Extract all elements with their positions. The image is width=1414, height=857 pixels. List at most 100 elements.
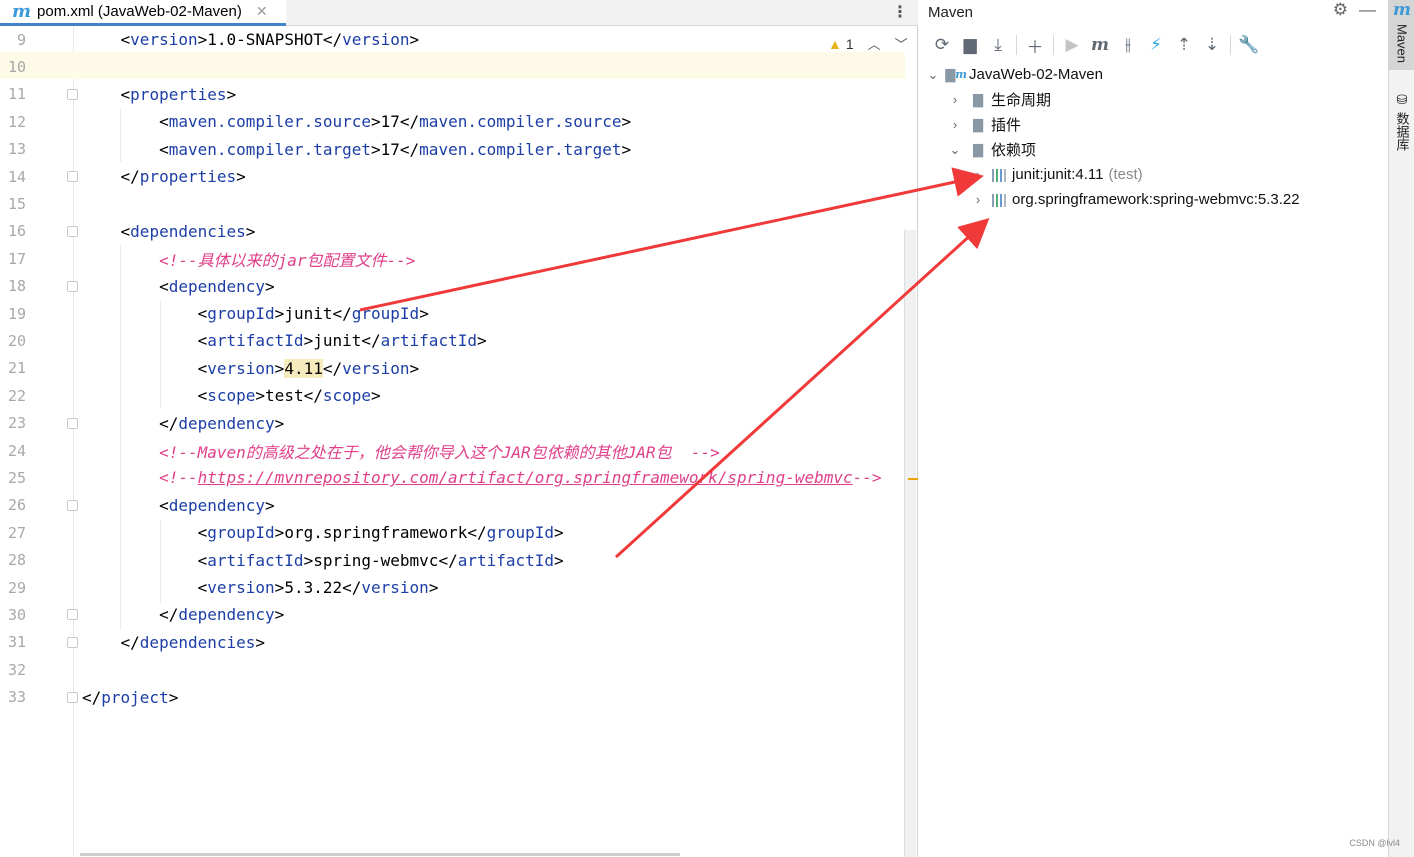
fold-marker-icon[interactable]: [67, 171, 78, 182]
expand-all-icon[interactable]: ⇡: [1170, 32, 1198, 58]
fold-marker-icon[interactable]: [67, 691, 78, 703]
download-icon[interactable]: ⤓: [984, 32, 1012, 58]
skip-tests-icon[interactable]: ⫲: [1114, 32, 1142, 58]
tree-node-plugins[interactable]: › ▇ 插件: [947, 112, 1021, 137]
code-text: <version>1.0-SNAPSHOT</version>: [82, 30, 420, 49]
token-br: >: [274, 523, 285, 543]
code-line[interactable]: 31 </dependencies>: [0, 629, 905, 656]
maven-goal-icon[interactable]: m: [1086, 32, 1114, 58]
code-line[interactable]: 24 <!--Maven的高级之处在于，他会帮你导入这个JAR包依赖的其他JAR…: [0, 437, 905, 464]
token-br: >: [476, 331, 487, 351]
chevron-right-icon[interactable]: ›: [947, 117, 963, 132]
code-line[interactable]: 25 <!--https://mvnrepository.com/artifac…: [0, 464, 905, 491]
code-line[interactable]: 27 <groupId>org.springframework</groupId…: [0, 519, 905, 546]
token-br: </: [361, 331, 381, 351]
editor-pane: m pom.xml (JavaWeb-02-Maven) ✕ ⋮ 9 <vers…: [0, 0, 918, 857]
fold-marker-icon[interactable]: [67, 88, 78, 100]
fold-marker-icon[interactable]: [67, 280, 78, 292]
tree-node-project[interactable]: ⌄ ▇ m JavaWeb-02-Maven: [925, 62, 1103, 87]
token-br: </: [82, 413, 179, 433]
run-icon[interactable]: ▶: [1058, 32, 1086, 58]
reload-icon[interactable]: ⟳: [928, 32, 956, 58]
minimize-icon[interactable]: —: [1359, 0, 1376, 20]
code-text: </dependency>: [82, 605, 284, 624]
token-br: <: [82, 221, 131, 241]
line-number: 26: [7, 496, 26, 515]
code-line[interactable]: 18 <dependency>: [0, 273, 905, 300]
tab-pom-xml[interactable]: m pom.xml (JavaWeb-02-Maven) ✕: [0, 0, 286, 26]
code-text: <version>4.11</version>: [82, 358, 419, 378]
close-icon[interactable]: ✕: [256, 3, 268, 20]
dependencies-folder-icon: ▇: [973, 141, 983, 157]
token-tag: dependency: [168, 495, 266, 515]
tree-node-lifecycle[interactable]: › ▇ 生命周期: [947, 87, 1051, 112]
code-line[interactable]: 12 <maven.compiler.source>17</maven.comp…: [0, 108, 905, 135]
inspection-widget[interactable]: ▲ 1 ︿ ﹀: [828, 34, 908, 53]
code-line[interactable]: 15: [0, 190, 905, 217]
fold-marker-icon[interactable]: [67, 225, 78, 237]
code-line[interactable]: 22 <scope>test</scope>: [0, 382, 905, 409]
chevron-down-icon[interactable]: ⌄: [947, 142, 963, 158]
chevron-right-icon[interactable]: ›: [947, 92, 963, 107]
plus-icon[interactable]: ＋: [1021, 32, 1049, 58]
code-line[interactable]: 19 <groupId>junit</groupId>: [0, 300, 905, 327]
settings-wrench-icon[interactable]: 🔧: [1235, 32, 1263, 58]
code-line[interactable]: 14 </properties>: [0, 163, 905, 190]
tree-node-dep-junit[interactable]: › junit:junit:4.11 (test): [970, 162, 1143, 187]
tree-node-dependencies[interactable]: ⌄ ▇ 依赖项: [947, 137, 1036, 162]
code-line[interactable]: 23 </dependency>: [0, 410, 905, 437]
code-line[interactable]: 11 <properties>: [0, 81, 905, 108]
code-line[interactable]: 13 <maven.compiler.target>17</maven.comp…: [0, 136, 905, 163]
fold-marker-icon[interactable]: [67, 636, 78, 648]
stripe-database-button[interactable]: ⛁ 数据库: [1389, 92, 1414, 162]
token-br: >: [255, 632, 266, 652]
collapse-all-icon[interactable]: ⇣: [1198, 32, 1226, 58]
fold-marker-icon[interactable]: [67, 609, 78, 621]
code-line[interactable]: 33 </project>: [0, 684, 905, 711]
code-line[interactable]: 21 <version>4.11</version>: [0, 355, 905, 382]
code-line[interactable]: 26 <dependency>: [0, 492, 905, 519]
vertical-scrollbar[interactable]: [904, 230, 916, 857]
token-br: >: [255, 386, 266, 406]
token-tag: groupId: [207, 304, 275, 323]
dependency-name: junit:junit:4.11: [1012, 166, 1104, 183]
token-tag: properties: [130, 84, 227, 104]
more-vertical-icon[interactable]: ⋮: [892, 2, 908, 22]
code-line[interactable]: 20 <artifactId>junit</artifactId>: [0, 327, 905, 354]
fold-marker-icon[interactable]: [67, 417, 78, 429]
code-line[interactable]: 32: [0, 656, 905, 683]
token-tag: artifactId: [457, 550, 555, 570]
code-text: <dependency>: [82, 496, 275, 515]
chevron-right-icon[interactable]: ›: [970, 167, 986, 182]
token-br: >: [274, 413, 285, 433]
horizontal-scrollbar[interactable]: [80, 853, 680, 856]
token-br: >: [621, 112, 632, 132]
token-br: <: [82, 139, 169, 159]
token-br: <: [82, 358, 208, 378]
stripe-maven-button[interactable]: m Maven: [1389, 0, 1414, 70]
tree-node-dep-spring-webmvc[interactable]: › org.springframework:spring-webmvc:5.3.…: [970, 187, 1300, 212]
code-line[interactable]: 29 <version>5.3.22</version>: [0, 574, 905, 601]
code-line[interactable]: 28 <artifactId>spring-webmvc</artifactId…: [0, 547, 905, 574]
token-br: [82, 251, 159, 270]
tree-node-label: JavaWeb-02-Maven: [969, 66, 1103, 83]
code-line[interactable]: 9 <version>1.0-SNAPSHOT</version>: [0, 26, 905, 53]
line-number: 15: [7, 194, 26, 213]
token-link[interactable]: https://mvnrepository.com/artifact/org.s…: [198, 468, 853, 487]
add-folder-icon[interactable]: ▆: [956, 32, 984, 58]
code-line[interactable]: 10: [0, 53, 905, 80]
token-tag: properties: [139, 167, 237, 186]
chevron-down-icon[interactable]: ﹀: [895, 34, 908, 53]
tree-node-label: 插件: [991, 117, 1022, 134]
code-line[interactable]: 30 </dependency>: [0, 601, 905, 628]
chevron-down-icon[interactable]: ⌄: [925, 67, 941, 83]
chevron-right-icon[interactable]: ›: [970, 192, 986, 207]
token-br: >: [371, 386, 381, 406]
code-line[interactable]: 17 <!--具体以来的jar包配置文件-->: [0, 245, 905, 272]
fold-marker-icon[interactable]: [67, 499, 78, 511]
offline-icon[interactable]: ⚡: [1142, 32, 1170, 58]
chevron-up-icon[interactable]: ︿: [868, 34, 881, 53]
gear-icon[interactable]: ⚙: [1333, 0, 1348, 20]
line-number: 21: [7, 359, 26, 378]
code-line[interactable]: 16 <dependencies>: [0, 218, 905, 245]
